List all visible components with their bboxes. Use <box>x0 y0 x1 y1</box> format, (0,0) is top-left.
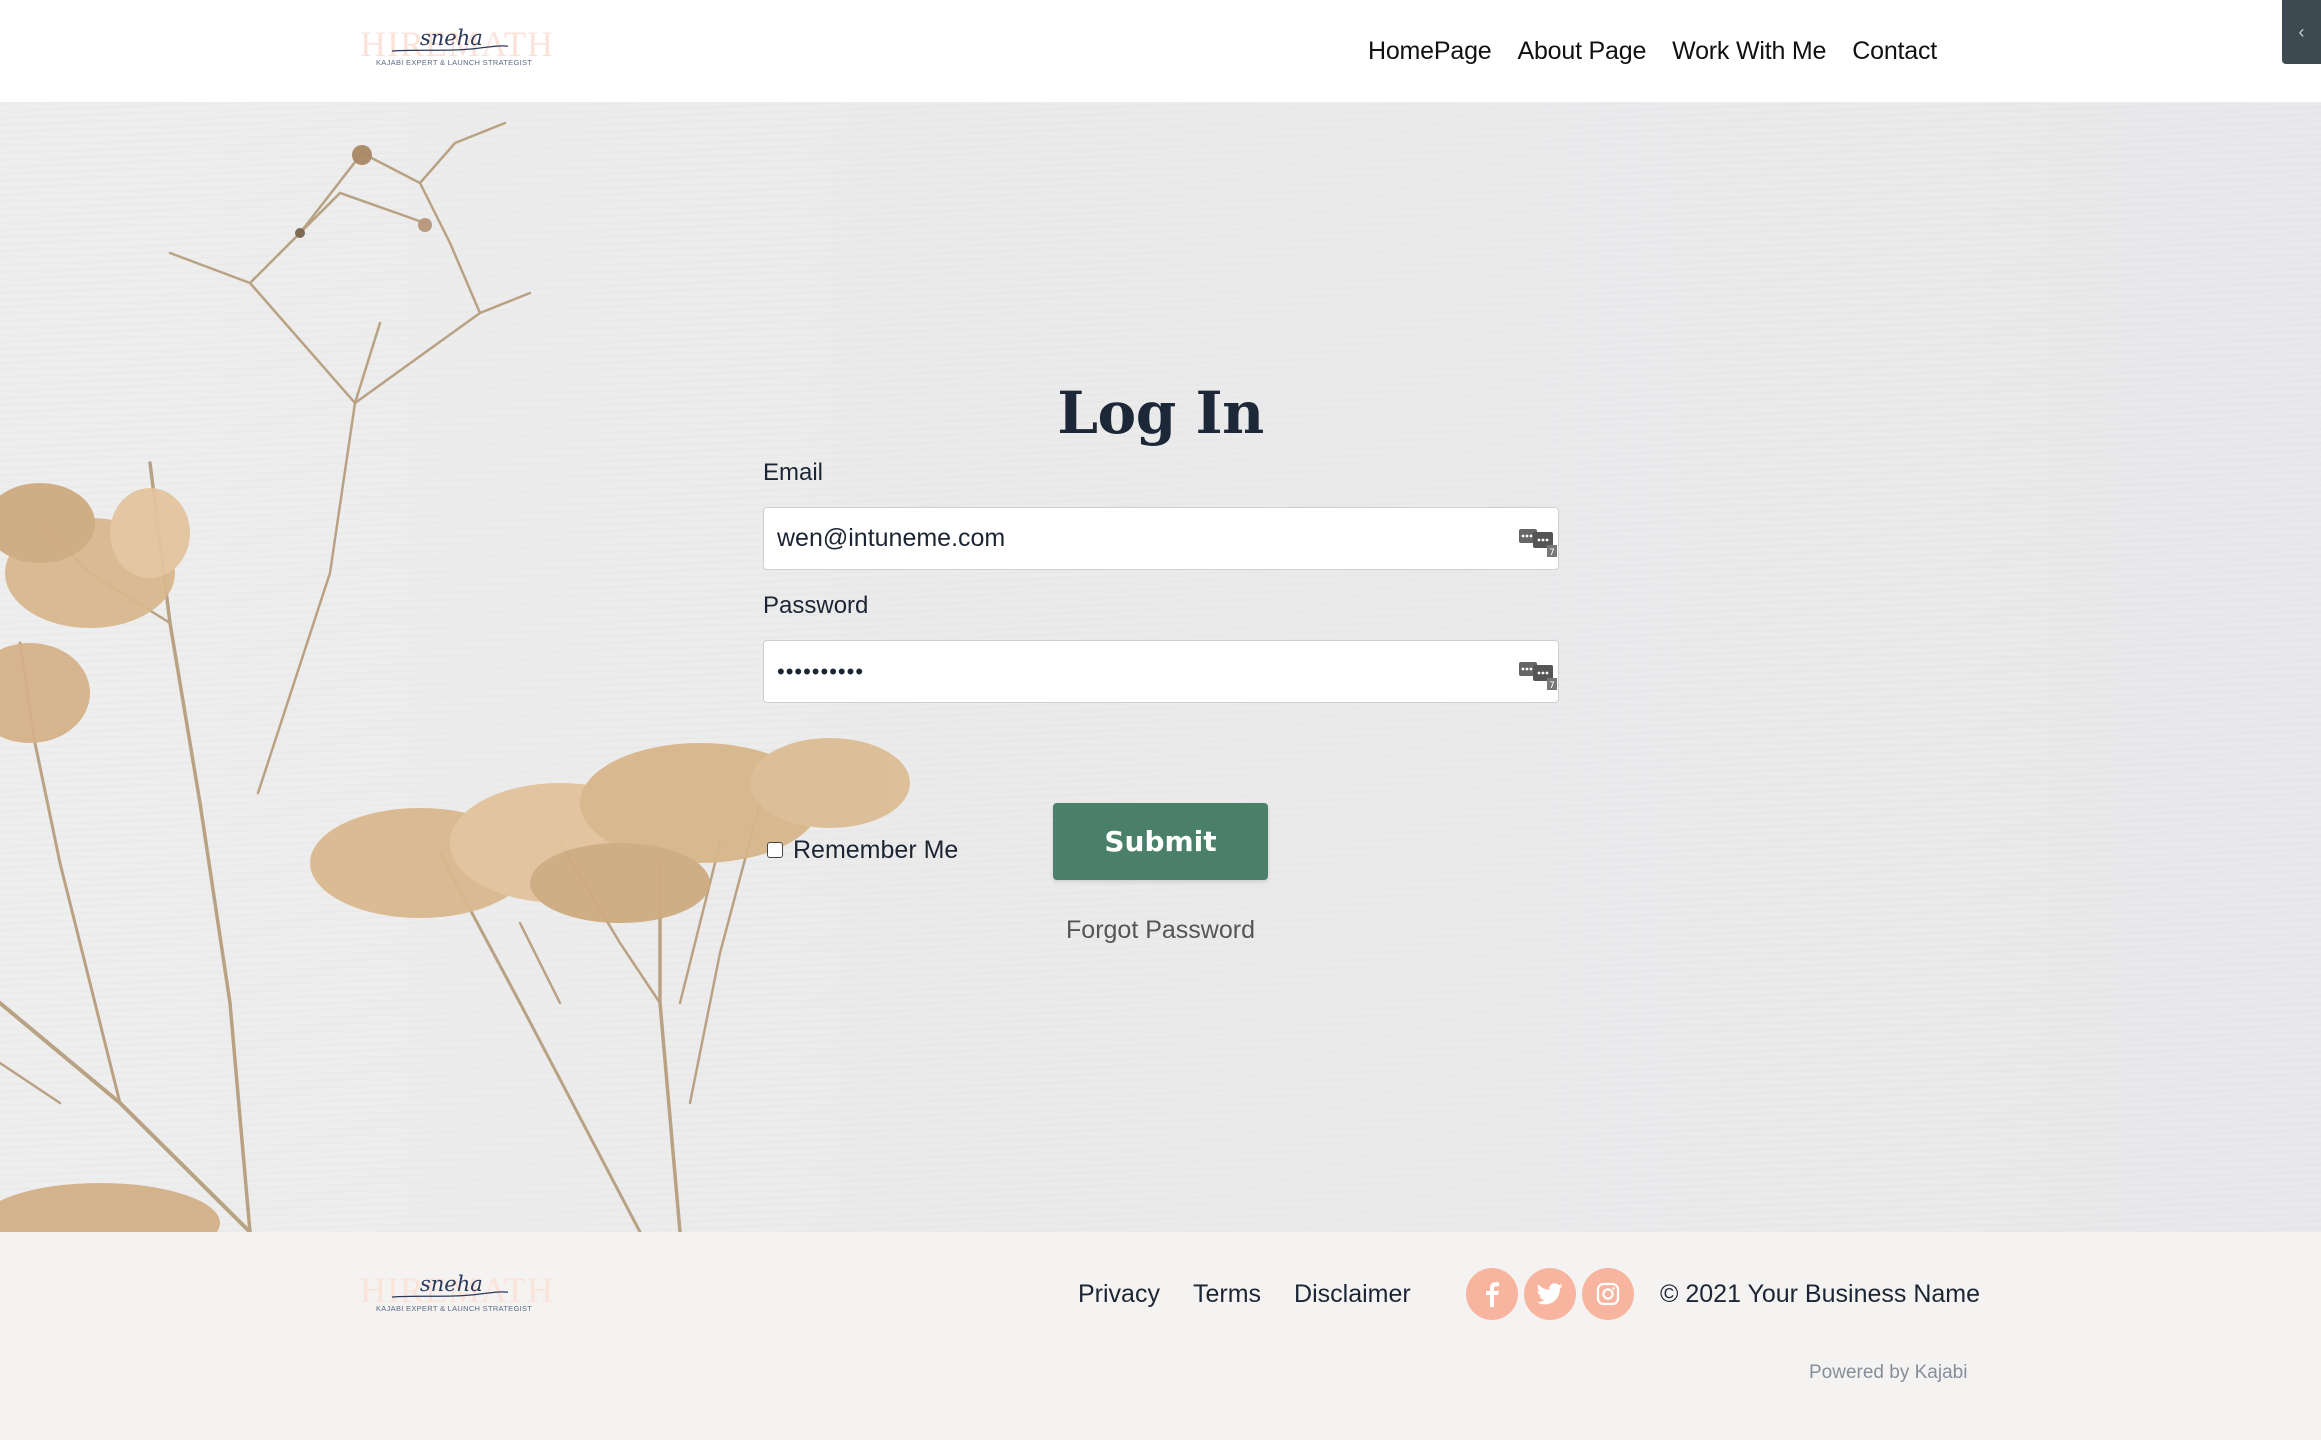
copyright-text: © 2021 Your Business Name <box>1660 1280 1981 1308</box>
chevron-left-icon: ‹ <box>2298 21 2305 42</box>
password-label: Password <box>763 592 869 619</box>
login-hero: Log In Email 7 Password 7 <box>0 103 2321 1232</box>
facebook-icon <box>1486 1282 1499 1307</box>
remember-me-label[interactable]: Remember Me <box>793 835 958 865</box>
forgot-password-link[interactable]: Forgot Password <box>0 915 2321 945</box>
footer-link-terms[interactable]: Terms <box>1193 1276 1261 1312</box>
email-label: Email <box>763 459 824 486</box>
twitter-icon <box>1537 1283 1563 1305</box>
password-manager-icon[interactable]: 7 <box>1519 527 1561 557</box>
header-logo[interactable]: HIREMATH sneha KAJABI EXPERT & LAUNCH ST… <box>360 24 553 70</box>
logo-swash <box>391 1291 509 1298</box>
nav-contact[interactable]: Contact <box>1852 33 1937 69</box>
instagram-link[interactable] <box>1582 1268 1634 1320</box>
nav-about-page[interactable]: About Page <box>1517 33 1646 69</box>
side-panel-toggle[interactable]: ‹ <box>2282 0 2321 64</box>
password-manager-badge: 7 <box>1549 548 1555 557</box>
email-field-box: 7 <box>763 507 1559 570</box>
footer-link-disclaimer[interactable]: Disclaimer <box>1294 1276 1411 1312</box>
logo-swash <box>391 45 509 52</box>
site-footer: HIREMATH sneha KAJABI EXPERT & LAUNCH ST… <box>0 1232 2321 1440</box>
social-links <box>1466 1268 1634 1320</box>
password-manager-badge: 7 <box>1549 681 1555 690</box>
powered-by-kajabi-link[interactable]: Powered by Kajabi <box>1809 1360 1967 1386</box>
footer-links: Privacy Terms Disclaimer <box>1078 1276 1411 1312</box>
submit-button[interactable]: Submit <box>1053 803 1268 880</box>
logo-tagline: KAJABI EXPERT & LAUNCH STRATEGIST <box>376 1304 533 1313</box>
nav-homepage[interactable]: HomePage <box>1368 33 1492 69</box>
login-form: Log In Email 7 Password 7 <box>0 103 2321 1232</box>
site-header: HIREMATH sneha KAJABI EXPERT & LAUNCH ST… <box>0 0 2321 103</box>
password-manager-icon[interactable]: 7 <box>1519 660 1561 690</box>
password-field-box: 7 <box>763 640 1559 703</box>
logo-tagline: KAJABI EXPERT & LAUNCH STRATEGIST <box>376 58 533 67</box>
page-title: Log In <box>1057 379 1264 447</box>
footer-link-privacy[interactable]: Privacy <box>1078 1276 1160 1312</box>
instagram-icon <box>1596 1282 1620 1306</box>
main-nav: HomePage About Page Work With Me Contact <box>1368 33 1937 69</box>
password-input[interactable] <box>777 658 1497 685</box>
remember-me[interactable]: Remember Me <box>767 835 958 865</box>
footer-logo[interactable]: HIREMATH sneha KAJABI EXPERT & LAUNCH ST… <box>360 1270 553 1316</box>
facebook-link[interactable] <box>1466 1268 1518 1320</box>
email-input[interactable] <box>777 524 1497 553</box>
twitter-link[interactable] <box>1524 1268 1576 1320</box>
remember-me-checkbox[interactable] <box>767 842 783 858</box>
nav-work-with-me[interactable]: Work With Me <box>1672 33 1826 69</box>
